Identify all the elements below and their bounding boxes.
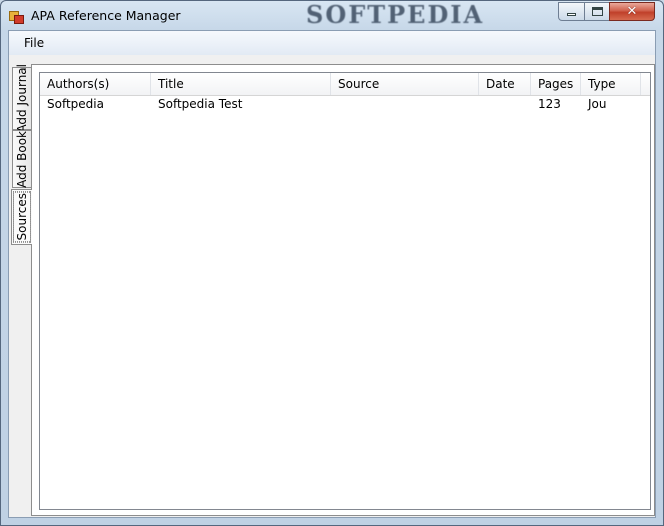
- listview-header: Authors(s) Title Source Date Pages Type: [40, 73, 650, 96]
- sources-panel: Authors(s) Title Source Date Pages Type …: [31, 64, 655, 516]
- tab-add-book[interactable]: Add Book: [12, 130, 31, 188]
- app-window: APA Reference Manager SOFTPEDIA ✕ File A…: [0, 0, 664, 526]
- minimize-button[interactable]: [558, 2, 585, 21]
- cell-pages: 123: [538, 97, 561, 111]
- window-title: APA Reference Manager: [31, 8, 181, 23]
- maximize-icon: [591, 7, 603, 16]
- cell-type: Jou: [588, 97, 607, 111]
- tab-label: Add Journal: [15, 64, 29, 133]
- maximize-button[interactable]: [584, 2, 610, 21]
- tab-label: Add Book: [15, 130, 29, 188]
- column-header-title[interactable]: Title: [151, 73, 331, 95]
- table-row[interactable]: Softpedia Softpedia Test 123 Jou: [40, 95, 650, 114]
- tab-add-journal[interactable]: Add Journal: [12, 64, 31, 133]
- cell-date: [479, 95, 531, 114]
- cell-source: [331, 95, 479, 114]
- watermark-logo: SOFTPEDIA: [306, 0, 485, 29]
- cell-title: Softpedia Test: [158, 97, 243, 111]
- column-header-authors[interactable]: Authors(s): [40, 73, 151, 95]
- column-header-source[interactable]: Source: [331, 73, 479, 95]
- sources-listview[interactable]: Authors(s) Title Source Date Pages Type …: [39, 72, 651, 510]
- client-area: File Add Journal Add Book Sources Author…: [8, 30, 656, 518]
- close-button[interactable]: ✕: [609, 2, 655, 21]
- minimize-icon: [567, 13, 576, 16]
- column-header-type[interactable]: Type: [581, 73, 641, 95]
- column-header-date[interactable]: Date: [479, 73, 531, 95]
- menu-bar: File: [9, 31, 655, 55]
- app-icon[interactable]: [9, 9, 24, 24]
- menu-file[interactable]: File: [18, 34, 50, 52]
- tab-sources[interactable]: Sources: [11, 189, 32, 245]
- close-icon: ✕: [626, 4, 638, 19]
- title-bar[interactable]: APA Reference Manager SOFTPEDIA ✕: [1, 1, 663, 31]
- tab-label: Sources: [13, 191, 31, 243]
- column-header-pages[interactable]: Pages: [531, 73, 581, 95]
- cell-authors: Softpedia: [47, 97, 104, 111]
